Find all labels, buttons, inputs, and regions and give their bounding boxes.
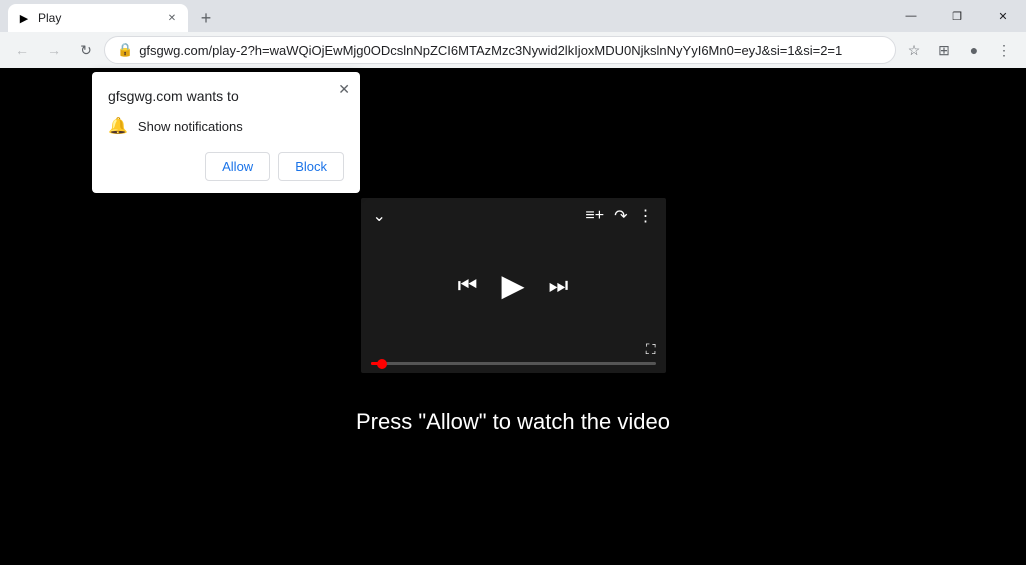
back-button[interactable]: ← [8,36,36,64]
next-button[interactable]: ⏭ [549,273,569,299]
chevron-down-icon[interactable]: ⌄ [373,206,386,226]
maximize-button[interactable]: ❐ [934,0,980,32]
bell-icon: 🔔 [108,116,128,136]
more-options-icon[interactable]: ⋮ [638,206,654,226]
popup-close-button[interactable]: ✕ [338,82,350,96]
tab-strip: ▶ Play ✕ + [8,0,220,32]
progress-bar[interactable] [371,362,656,365]
close-button[interactable]: ✕ [980,0,1026,32]
block-button[interactable]: Block [278,152,344,181]
share-icon[interactable]: ↷ [614,206,627,226]
omnibox[interactable]: 🔒 gfsgwg.com/play-2?h=waWQiOjEwMjg0ODcsl… [104,36,896,64]
popup-title: gfsgwg.com wants to [108,88,344,104]
fullscreen-icon[interactable]: ⛶ [646,341,656,358]
lock-icon: 🔒 [117,42,133,58]
address-bar: ← → ↻ 🔒 gfsgwg.com/play-2?h=waWQiOjEwMjg… [0,32,1026,68]
fullscreen-area: ⛶ [371,341,656,358]
page-instruction-text: Press "Allow" to watch the video [356,409,670,435]
video-bottom-controls: ⛶ [361,341,666,373]
menu-icon[interactable]: ⋮ [990,36,1018,64]
progress-dot [377,359,387,369]
popup-buttons: Allow Block [108,152,344,181]
popup-permission-row: 🔔 Show notifications [108,116,344,136]
play-button[interactable]: ▶ [501,268,524,303]
minimize-button[interactable]: — [888,0,934,32]
url-display: gfsgwg.com/play-2?h=waWQiOjEwMjg0ODcslnN… [139,43,883,58]
video-controls: ⏮ ▶ ⏭ [458,268,569,303]
toolbar-icons: ☆ ⊞ ● ⋮ [900,36,1018,64]
add-to-queue-icon[interactable]: ≡+ [585,207,604,225]
new-tab-button[interactable]: + [192,4,220,32]
profile-icon[interactable]: ● [960,36,988,64]
reload-button[interactable]: ↻ [72,36,100,64]
video-top-right-icons: ≡+ ↷ ⋮ [585,206,653,226]
notification-popup: ✕ gfsgwg.com wants to 🔔 Show notificatio… [92,72,360,193]
browser-content: ✕ gfsgwg.com wants to 🔔 Show notificatio… [0,68,1026,565]
forward-button[interactable]: → [40,36,68,64]
video-top-bar: ⌄ ≡+ ↷ ⋮ [361,198,666,234]
active-tab[interactable]: ▶ Play ✕ [8,4,188,32]
permission-text: Show notifications [138,119,243,134]
tab-favicon: ▶ [16,10,32,26]
previous-button[interactable]: ⏮ [458,273,478,299]
extensions-icon[interactable]: ⊞ [930,36,958,64]
title-bar: ▶ Play ✕ + — ❐ ✕ [0,0,1026,32]
window-controls: — ❐ ✕ [888,0,1026,32]
tab-title: Play [38,11,158,25]
tab-close-button[interactable]: ✕ [164,10,180,26]
video-player: ⌄ ≡+ ↷ ⋮ ⏮ ▶ ⏭ ⛶ [361,198,666,373]
bookmark-icon[interactable]: ☆ [900,36,928,64]
allow-button[interactable]: Allow [205,152,270,181]
